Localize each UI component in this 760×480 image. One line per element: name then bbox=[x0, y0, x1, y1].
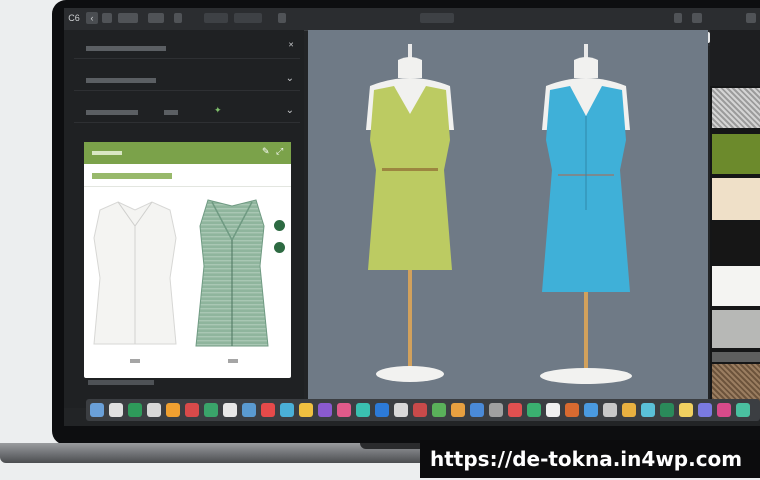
app-icon[interactable] bbox=[641, 403, 655, 417]
swatch-grey-texture[interactable] bbox=[712, 88, 760, 128]
screen: C6 ‹ ✕ ⌄ ✦ ⌄ ✎ ⤢ bbox=[64, 8, 760, 426]
app-icon[interactable] bbox=[280, 403, 294, 417]
app-icon[interactable] bbox=[242, 403, 256, 417]
app-icon[interactable] bbox=[337, 403, 351, 417]
leaf-icon: ✦ bbox=[214, 105, 222, 115]
design-canvas[interactable] bbox=[308, 30, 708, 408]
toolbar-button[interactable] bbox=[102, 13, 112, 23]
left-panel: ✕ ⌄ ✦ ⌄ ✎ ⤢ bbox=[64, 30, 304, 408]
top-bar: C6 ‹ bbox=[64, 8, 760, 31]
swatch-header bbox=[710, 30, 760, 86]
document-title bbox=[420, 13, 454, 23]
app-icon[interactable] bbox=[299, 403, 313, 417]
swatch-beige[interactable] bbox=[712, 178, 760, 220]
app-icon[interactable] bbox=[204, 403, 218, 417]
app-icon[interactable] bbox=[603, 403, 617, 417]
app-icon[interactable] bbox=[470, 403, 484, 417]
color-dot[interactable] bbox=[274, 220, 285, 231]
app-icon[interactable] bbox=[394, 403, 408, 417]
mannequin-scene bbox=[366, 44, 632, 384]
app-icon[interactable] bbox=[736, 403, 750, 417]
toolbar-button[interactable] bbox=[174, 13, 182, 23]
app-icon[interactable] bbox=[128, 403, 142, 417]
app-icon[interactable] bbox=[147, 403, 161, 417]
panel-row[interactable]: ✕ bbox=[74, 38, 300, 59]
app-icon[interactable] bbox=[527, 403, 541, 417]
app-icon[interactable] bbox=[508, 403, 522, 417]
app-icon[interactable] bbox=[698, 403, 712, 417]
app-icon[interactable] bbox=[318, 403, 332, 417]
swatch-dark-grey[interactable] bbox=[712, 352, 760, 362]
footer-bar bbox=[88, 380, 154, 385]
card-header-bar bbox=[92, 151, 122, 155]
swatch-olive[interactable] bbox=[712, 134, 760, 174]
green-knit-vest[interactable] bbox=[190, 196, 274, 350]
chevron-down-icon[interactable]: ⌄ bbox=[286, 105, 294, 116]
toolbar-button[interactable] bbox=[234, 13, 262, 23]
divider bbox=[84, 186, 291, 187]
garment-card: ✎ ⤢ bbox=[84, 142, 291, 378]
item-label-bar bbox=[228, 359, 238, 363]
link-icon[interactable]: ⤢ bbox=[276, 146, 283, 157]
toolbar-button[interactable] bbox=[118, 13, 138, 23]
app-icon[interactable] bbox=[261, 403, 275, 417]
row-value-bar bbox=[164, 110, 178, 115]
app-icon[interactable] bbox=[489, 403, 503, 417]
app-icon[interactable] bbox=[432, 403, 446, 417]
panel-row[interactable]: ⌄ bbox=[74, 70, 300, 91]
edit-icon[interactable]: ✎ bbox=[262, 146, 270, 157]
toolbar-button[interactable] bbox=[746, 13, 756, 23]
app-icon[interactable] bbox=[660, 403, 674, 417]
app-icon[interactable] bbox=[166, 403, 180, 417]
mannequin-right bbox=[540, 44, 632, 384]
app-icon[interactable] bbox=[185, 403, 199, 417]
app-icon[interactable] bbox=[375, 403, 389, 417]
row-label-bar bbox=[86, 78, 156, 83]
toolbar-button[interactable] bbox=[148, 13, 164, 23]
url-text: https://de-tokna.in4wp.com bbox=[430, 447, 743, 471]
item-label-bar bbox=[130, 359, 140, 363]
app-icon[interactable] bbox=[717, 403, 731, 417]
toolbar-button[interactable] bbox=[674, 13, 682, 23]
swatch-column bbox=[710, 30, 760, 408]
app-icon[interactable] bbox=[584, 403, 598, 417]
chevron-down-icon[interactable]: ⌄ bbox=[286, 73, 294, 84]
app-icon[interactable] bbox=[223, 403, 237, 417]
card-subtitle-bar bbox=[92, 173, 172, 179]
back-icon[interactable]: ‹ bbox=[86, 12, 98, 24]
dock bbox=[86, 399, 760, 421]
swatch-black[interactable] bbox=[712, 222, 760, 262]
app-icon[interactable] bbox=[546, 403, 560, 417]
card-header: ✎ ⤢ bbox=[84, 142, 291, 164]
swatch-white[interactable] bbox=[712, 266, 760, 306]
app-icon[interactable] bbox=[451, 403, 465, 417]
toolbar-button[interactable] bbox=[278, 13, 286, 23]
row-label-bar bbox=[86, 46, 166, 51]
app-icon[interactable] bbox=[356, 403, 370, 417]
app-icon[interactable] bbox=[565, 403, 579, 417]
mannequin-left bbox=[366, 44, 454, 382]
color-dot[interactable] bbox=[274, 242, 285, 253]
toolbar-button[interactable] bbox=[692, 13, 702, 23]
white-blouse[interactable] bbox=[90, 198, 180, 348]
close-icon[interactable]: ✕ bbox=[288, 41, 294, 49]
app-icon[interactable] bbox=[109, 403, 123, 417]
row-label-bar bbox=[86, 110, 138, 115]
app-icon[interactable] bbox=[622, 403, 636, 417]
toolbar-button[interactable] bbox=[204, 13, 228, 23]
app-label: C6 bbox=[68, 13, 80, 23]
app-icon[interactable] bbox=[679, 403, 693, 417]
panel-row[interactable]: ✦ ⌄ bbox=[74, 102, 300, 123]
swatch-light-grey[interactable] bbox=[712, 310, 760, 348]
app-icon[interactable] bbox=[413, 403, 427, 417]
finder-icon[interactable] bbox=[90, 403, 104, 417]
url-badge: https://de-tokna.in4wp.com bbox=[420, 440, 760, 478]
